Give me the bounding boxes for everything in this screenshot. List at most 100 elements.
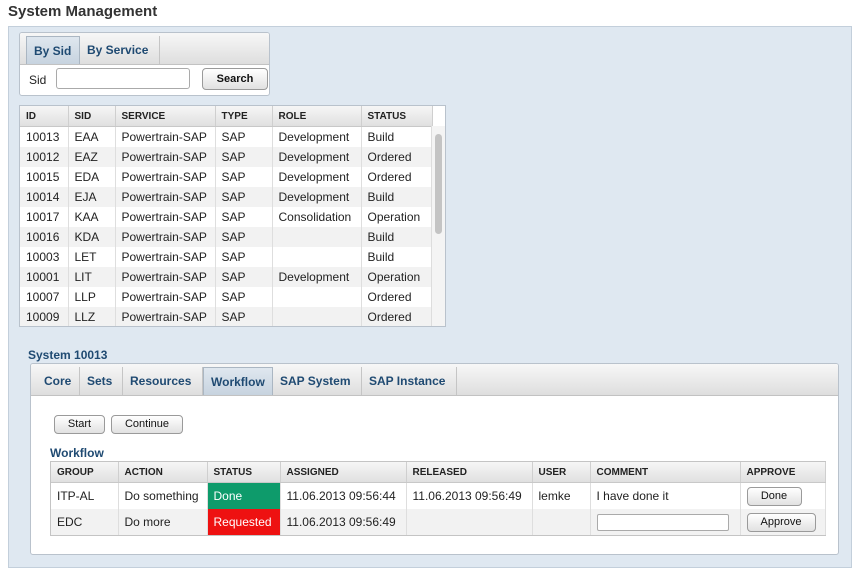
cell-service: Powertrain-SAP xyxy=(115,187,216,207)
cell-sid: LET xyxy=(68,247,116,267)
col-role-header[interactable]: ROLE xyxy=(272,106,362,127)
col-user-header[interactable]: USER xyxy=(532,462,591,483)
approve-button[interactable]: Approve xyxy=(746,513,816,532)
col-service-header[interactable]: SERVICE xyxy=(115,106,216,127)
sid-input[interactable] xyxy=(56,68,190,89)
cell-status: Build xyxy=(361,126,433,147)
cell-type: SAP xyxy=(215,227,273,247)
cell-role: Development xyxy=(272,187,362,207)
wf-released xyxy=(406,509,533,535)
col-approve-header[interactable]: APPROVE xyxy=(740,462,826,483)
search-button[interactable]: Search xyxy=(202,68,268,90)
cell-role xyxy=(272,227,362,247)
wf-user xyxy=(532,509,591,535)
wf-status: Done xyxy=(207,482,281,509)
cell-service: Powertrain-SAP xyxy=(115,267,216,287)
cell-id: 10001 xyxy=(20,267,69,287)
wf-assigned: 11.06.2013 09:56:44 xyxy=(280,482,407,509)
cell-role: Development xyxy=(272,147,362,167)
col-type-header[interactable]: TYPE xyxy=(215,106,273,127)
cell-sid: EJA xyxy=(68,187,116,207)
cell-service: Powertrain-SAP xyxy=(115,307,216,326)
tab-by-service[interactable]: By Service xyxy=(80,36,160,64)
systems-row[interactable]: 10013 EAA Powertrain-SAP SAP Development Buil… xyxy=(20,126,433,147)
cell-sid: KDA xyxy=(68,227,116,247)
cell-id: 10014 xyxy=(20,187,69,207)
tab-sap-system[interactable]: SAP System xyxy=(273,367,362,395)
tab-sets[interactable]: Sets xyxy=(80,367,123,395)
wf-assigned: 11.06.2013 09:56:49 xyxy=(280,509,407,535)
cell-status: Ordered xyxy=(361,287,433,307)
systems-scrollbar[interactable] xyxy=(431,126,445,326)
systems-row[interactable]: 10015 EDA Powertrain-SAP SAP Development Orde… xyxy=(20,167,433,187)
cell-sid: LLZ xyxy=(68,307,116,326)
start-button[interactable]: Start xyxy=(54,415,105,434)
systems-row[interactable]: 10012 EAZ Powertrain-SAP SAP Development Orde… xyxy=(20,147,433,167)
wf-approve-cell: Approve xyxy=(740,509,826,535)
cell-service: Powertrain-SAP xyxy=(115,247,216,267)
systems-row[interactable]: 10014 EJA Powertrain-SAP SAP Development Buil… xyxy=(20,187,433,207)
cell-service: Powertrain-SAP xyxy=(115,287,216,307)
tab-by-sid[interactable]: By Sid xyxy=(26,36,80,64)
cell-status: Operation xyxy=(361,267,433,287)
cell-id: 10016 xyxy=(20,227,69,247)
cell-type: SAP xyxy=(215,287,273,307)
workflow-row[interactable]: ITP-AL Do something Done 11.06.2013 09:5… xyxy=(51,482,826,509)
cell-role xyxy=(272,247,362,267)
systems-row[interactable]: 10016 KDA Powertrain-SAP SAP Build xyxy=(20,227,433,247)
col-assigned-header[interactable]: ASSIGNED xyxy=(280,462,407,483)
search-panel: By Sid By Service Sid Search xyxy=(19,32,270,96)
cell-id: 10012 xyxy=(20,147,69,167)
cell-sid: EDA xyxy=(68,167,116,187)
systems-row[interactable]: 10017 KAA Powertrain-SAP SAP Consolidation Op… xyxy=(20,207,433,227)
workflow-title: Workflow xyxy=(50,446,104,460)
tab-workflow[interactable]: Workflow xyxy=(203,367,273,395)
cell-role xyxy=(272,307,362,326)
cell-type: SAP xyxy=(215,207,273,227)
col-group-header[interactable]: GROUP xyxy=(51,462,119,483)
tab-resources[interactable]: Resources xyxy=(123,367,203,395)
cell-sid: LLP xyxy=(68,287,116,307)
cell-id: 10017 xyxy=(20,207,69,227)
system-detail-title: System 10013 xyxy=(28,348,108,362)
cell-type: SAP xyxy=(215,307,273,326)
cell-type: SAP xyxy=(215,187,273,207)
cell-status: Ordered xyxy=(361,147,433,167)
cell-id: 10003 xyxy=(20,247,69,267)
systems-row[interactable]: 10009 LLZ Powertrain-SAP SAP Ordered xyxy=(20,307,433,326)
systems-row[interactable]: 10003 LET Powertrain-SAP SAP Build xyxy=(20,247,433,267)
col-id-header[interactable]: ID xyxy=(20,106,69,127)
systems-row[interactable]: 10001 LIT Powertrain-SAP SAP Development Oper… xyxy=(20,267,433,287)
tab-core[interactable]: Core xyxy=(37,367,80,395)
cell-id: 10009 xyxy=(20,307,69,326)
cell-sid: LIT xyxy=(68,267,116,287)
tab-sap-instance[interactable]: SAP Instance xyxy=(362,367,457,395)
wf-group: EDC xyxy=(51,509,119,535)
cell-status: Build xyxy=(361,187,433,207)
cell-sid: EAZ xyxy=(68,147,116,167)
wf-released: 11.06.2013 09:56:49 xyxy=(406,482,533,509)
workflow-row[interactable]: EDC Do more Requested 11.06.2013 09:56:4… xyxy=(51,509,826,535)
cell-status: Operation xyxy=(361,207,433,227)
col-status-header[interactable]: STATUS xyxy=(361,106,433,127)
continue-button[interactable]: Continue xyxy=(111,415,183,434)
comment-input[interactable] xyxy=(596,513,729,531)
col-status-header[interactable]: STATUS xyxy=(207,462,281,483)
cell-id: 10007 xyxy=(20,287,69,307)
cell-role: Development xyxy=(272,167,362,187)
col-comment-header[interactable]: COMMENT xyxy=(590,462,741,483)
wf-comment-cell xyxy=(590,509,741,535)
col-action-header[interactable]: ACTION xyxy=(118,462,208,483)
systems-header-row: ID SID SERVICE TYPE ROLE STATUS xyxy=(20,106,433,127)
cell-role: Development xyxy=(272,126,362,147)
scrollbar-thumb[interactable] xyxy=(435,134,442,234)
cell-type: SAP xyxy=(215,267,273,287)
systems-row[interactable]: 10007 LLP Powertrain-SAP SAP Ordered xyxy=(20,287,433,307)
done-button[interactable]: Done xyxy=(746,487,802,506)
workflow-table: GROUP ACTION STATUS ASSIGNED RELEASED US… xyxy=(50,461,826,536)
wf-approve-cell: Done xyxy=(740,482,826,509)
wf-action: Do something xyxy=(118,482,208,509)
col-sid-header[interactable]: SID xyxy=(68,106,116,127)
col-released-header[interactable]: RELEASED xyxy=(406,462,533,483)
cell-type: SAP xyxy=(215,167,273,187)
